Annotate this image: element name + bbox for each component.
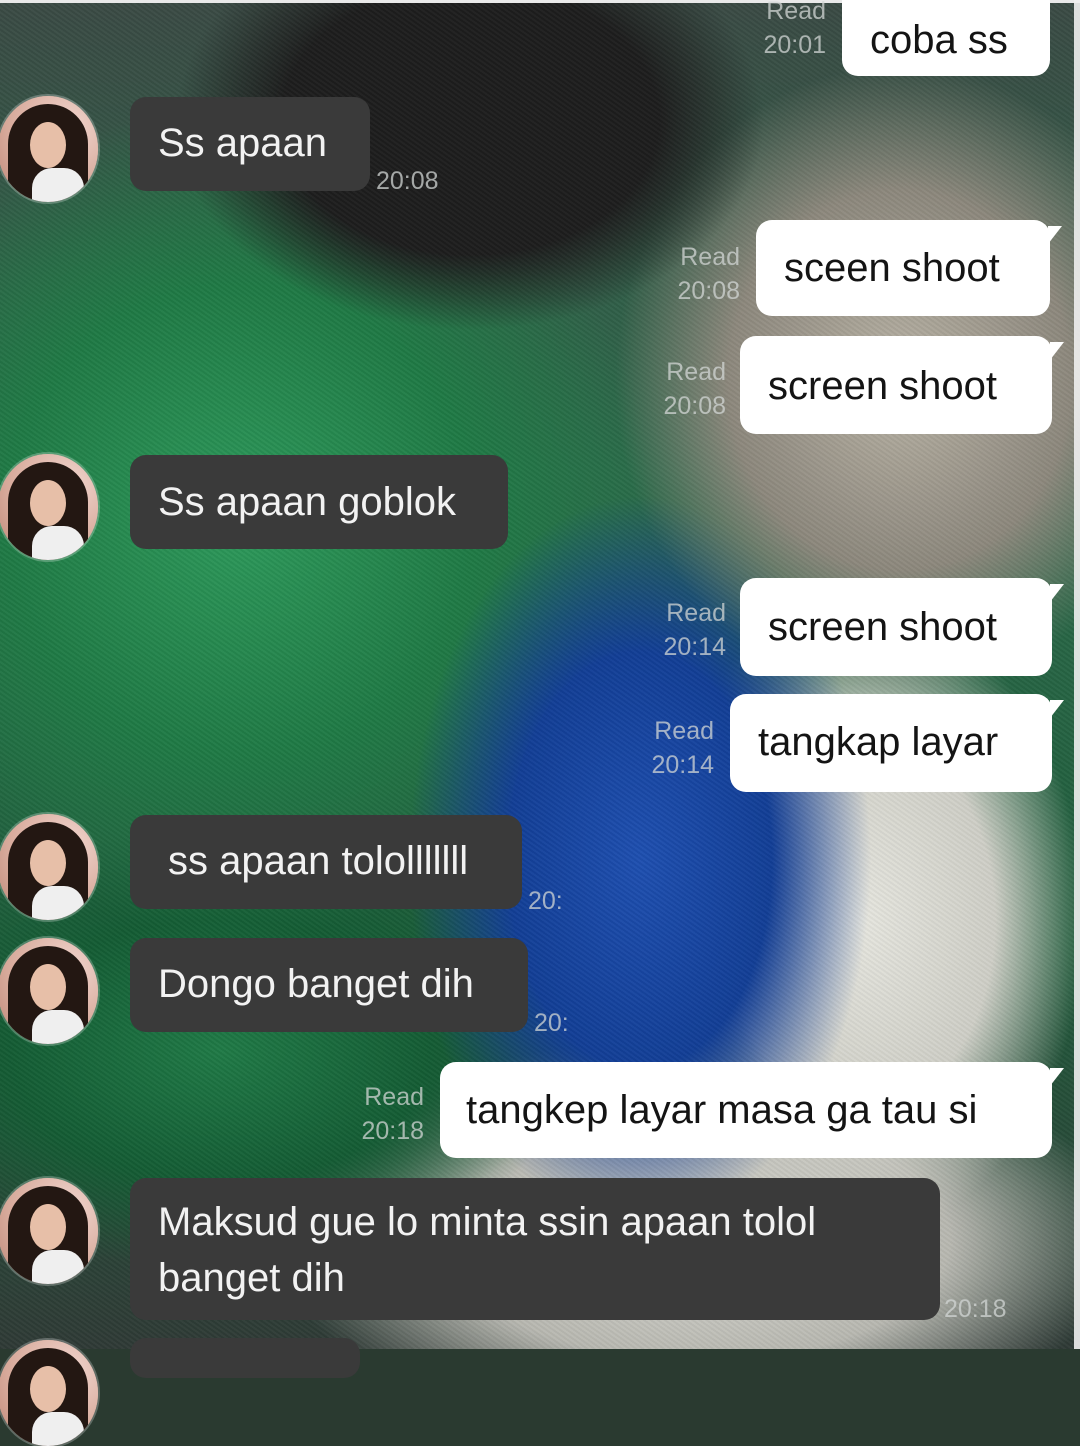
message-text: sceen shoot (784, 246, 1000, 290)
bubble-tail (1050, 584, 1064, 602)
read-receipt: Read 20:08 (677, 243, 740, 305)
bubble-tail (1050, 342, 1064, 360)
outgoing-message[interactable]: screen shoot (740, 578, 1052, 676)
message-text: coba ss (870, 18, 1008, 62)
message-text: tangkap layar (758, 720, 999, 764)
incoming-message[interactable]: ss apaan tololllllll (130, 815, 522, 909)
incoming-message[interactable]: Ss apaan (130, 97, 370, 191)
bubble-tail (1048, 226, 1062, 244)
contact-avatar[interactable] (0, 938, 98, 1044)
right-edge (1074, 0, 1080, 1349)
read-receipt: Read 20:08 (663, 358, 726, 420)
incoming-message[interactable]: Dongo banget dih (130, 938, 528, 1032)
contact-avatar[interactable] (0, 454, 98, 560)
read-receipt: Read 20:14 (651, 717, 714, 779)
message-time: 20:08 (376, 167, 439, 195)
message-text: Dongo banget dih (158, 962, 474, 1006)
message-text: Ss apaan (158, 121, 328, 165)
contact-avatar[interactable] (0, 1178, 98, 1284)
contact-avatar[interactable] (0, 1340, 98, 1446)
read-receipt: Read 20:14 (663, 599, 726, 661)
message-text: Maksud gue lo minta ssin apaan tolol ban… (158, 1200, 817, 1300)
message-time: 20: (534, 1009, 569, 1037)
incoming-message-partial[interactable] (130, 1338, 360, 1378)
message-text: screen shoot (768, 605, 998, 649)
contact-avatar[interactable] (0, 96, 98, 202)
outgoing-message[interactable]: sceen shoot (756, 220, 1050, 316)
read-receipt: Read 20:01 (763, 0, 826, 59)
message-text: Ss apaan goblok (158, 480, 457, 524)
incoming-message[interactable]: Maksud gue lo minta ssin apaan tolol ban… (130, 1178, 940, 1320)
message-text: tangkep layar masa ga tau si (466, 1088, 978, 1132)
message-time: 20: (528, 887, 563, 915)
outgoing-message[interactable]: tangkap layar (730, 694, 1052, 792)
outgoing-message[interactable]: screen shoot (740, 336, 1052, 434)
contact-avatar[interactable] (0, 814, 98, 920)
bubble-tail (1050, 1068, 1064, 1086)
incoming-message[interactable]: Ss apaan goblok (130, 455, 508, 549)
message-time: 20:18 (944, 1295, 1007, 1323)
outgoing-message[interactable]: coba ss (842, 0, 1050, 76)
bubble-tail (1050, 700, 1064, 718)
message-text: ss apaan tololllllll (168, 839, 469, 883)
read-receipt: Read 20:18 (361, 1083, 424, 1145)
outgoing-message[interactable]: tangkep layar masa ga tau si (440, 1062, 1052, 1158)
message-text: screen shoot (768, 364, 998, 408)
